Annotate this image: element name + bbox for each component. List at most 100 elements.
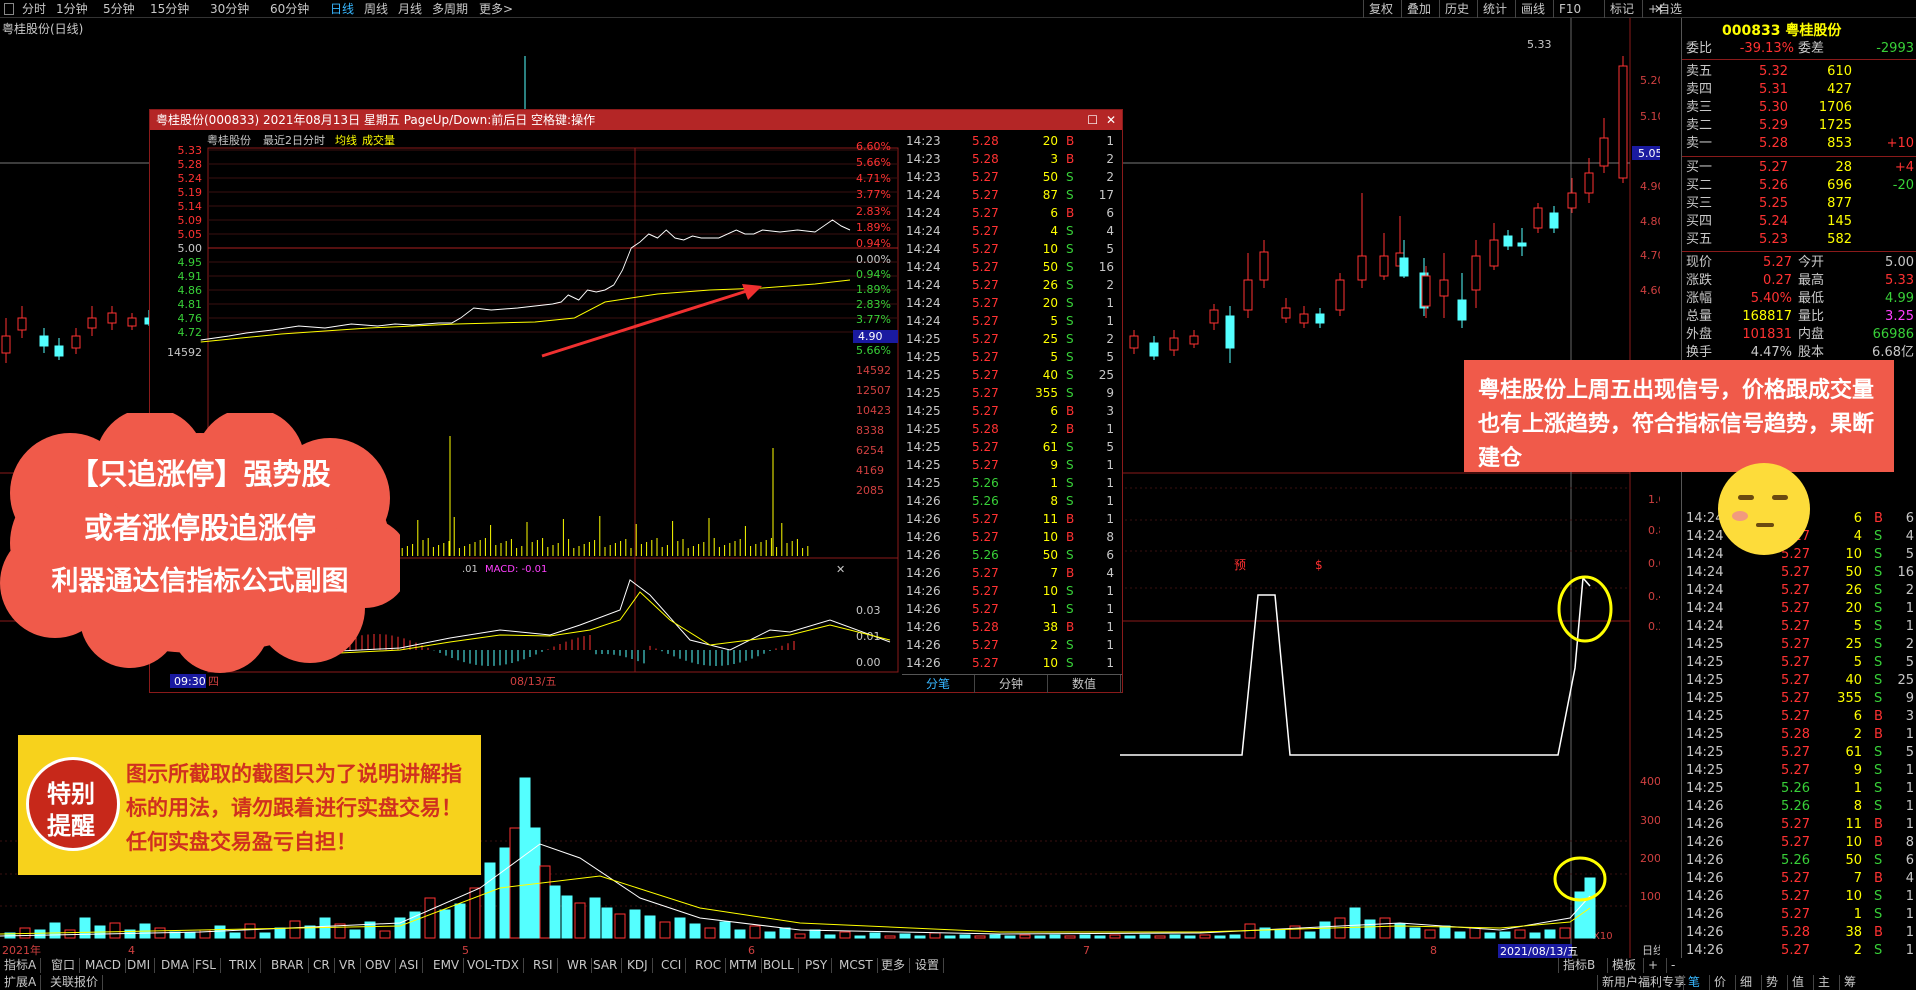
indicator-tab-6[interactable]: TRIX bbox=[225, 958, 262, 973]
indicator-tab-22[interactable]: PSY bbox=[801, 958, 833, 973]
indicator-tab-17[interactable]: KDJ bbox=[623, 958, 653, 973]
tick-row[interactable]: 14:24 5.27 26 S 2 bbox=[902, 276, 1122, 294]
period-tab-7[interactable]: 周线 bbox=[364, 1, 388, 17]
tick-row[interactable]: 14:26 5.26 50 S 6 bbox=[902, 546, 1122, 564]
volume-bar bbox=[109, 922, 121, 939]
tick-row[interactable]: 14:25 5.26 1 S 1 bbox=[902, 474, 1122, 492]
tick-row[interactable]: 14:24 5.27 20 S 1 bbox=[902, 294, 1122, 312]
quote-tab-1[interactable]: 笔 bbox=[1683, 975, 1704, 990]
toolbar-0[interactable]: 复权 bbox=[1363, 0, 1398, 18]
indicator-tab-4[interactable]: DMA bbox=[157, 958, 194, 973]
bottom-tab-related[interactable]: 关联报价 bbox=[46, 975, 104, 990]
tick-row[interactable]: 14:24 5.27 50 S 16 bbox=[902, 258, 1122, 276]
period-tab-10[interactable]: 更多> bbox=[479, 1, 513, 17]
toolbar-2[interactable]: 历史 bbox=[1439, 0, 1474, 18]
tick-row[interactable]: 14:25 5.27 9 S 1 bbox=[902, 456, 1122, 474]
quote-tab-2[interactable]: 价 bbox=[1709, 975, 1730, 990]
tick-row[interactable]: 14:24 5.27 10 S 5 bbox=[902, 240, 1122, 258]
indicator-tab-25[interactable]: 设置 bbox=[911, 958, 945, 973]
tick-row[interactable]: 14:26 5.27 10 S 1 bbox=[902, 582, 1122, 600]
toolbar-close-icon[interactable]: ✕ bbox=[1654, 0, 1666, 18]
indicator-tab-24[interactable]: 更多 bbox=[877, 958, 911, 973]
period-tab-1[interactable]: 1分钟 bbox=[56, 1, 88, 17]
indicator-tab-8[interactable]: CR bbox=[309, 958, 335, 973]
period-tab-4[interactable]: 30分钟 bbox=[210, 1, 249, 17]
tick-row[interactable]: 14:24 5.27 4 S 4 bbox=[902, 222, 1122, 240]
popup-tick-list[interactable]: 14:23 5.28 20 B 1 14:23 5.28 3 B 2 14:23 5.27 50 S 2 14… bbox=[902, 132, 1122, 672]
period-tab-3[interactable]: 15分钟 bbox=[150, 1, 189, 17]
indicator-tab-2[interactable]: MACD bbox=[81, 958, 126, 973]
indicator-tab-20[interactable]: MTM bbox=[725, 958, 763, 973]
popup-tab-0[interactable]: 分笔 bbox=[902, 675, 975, 693]
indicator-tab-16[interactable]: SAR bbox=[589, 958, 623, 973]
indicator-tab-14[interactable]: RSI bbox=[529, 958, 558, 973]
toolbar-4[interactable]: 画线 bbox=[1515, 0, 1550, 18]
tick-row[interactable]: 14:26 5.27 1 S 1 bbox=[902, 600, 1122, 618]
indicator-tab-18[interactable]: CCI bbox=[657, 958, 687, 973]
tick-row[interactable]: 14:26 5.26 8 S 1 bbox=[902, 492, 1122, 510]
indicator-tab-12[interactable]: EMV bbox=[429, 958, 465, 973]
tick-side: B bbox=[1874, 835, 1883, 850]
indicator-tab-10[interactable]: OBV bbox=[361, 958, 396, 973]
indicator-tab-0[interactable]: 指标A bbox=[0, 958, 42, 973]
toolbar-5[interactable]: F10 bbox=[1553, 0, 1586, 18]
quote-tab-0[interactable]: 新用户福利专享 bbox=[1597, 975, 1690, 990]
indicator-right-0[interactable]: 指标B bbox=[1558, 958, 1599, 973]
indicator-right-1[interactable]: 模板 bbox=[1607, 958, 1640, 973]
tick-row[interactable]: 14:24 5.27 87 S 17 bbox=[902, 186, 1122, 204]
popup-tab-2[interactable]: 数值 bbox=[1048, 675, 1121, 693]
indicator-right-2[interactable]: + bbox=[1643, 958, 1662, 973]
quote-tab-5[interactable]: 值 bbox=[1787, 975, 1808, 990]
period-tab-0[interactable]: 分时 bbox=[22, 1, 46, 17]
quote-tick-row: 14:26 5.27 11 B 1 bbox=[1682, 816, 1916, 833]
quote-tab-3[interactable]: 细 bbox=[1735, 975, 1756, 990]
indicator-tab-23[interactable]: MCST bbox=[835, 958, 878, 973]
chart-grid-icon[interactable] bbox=[4, 3, 14, 15]
popup-tab-1[interactable]: 分钟 bbox=[975, 675, 1048, 693]
toolbar-6[interactable]: 标记 bbox=[1604, 0, 1639, 18]
quote-tab-4[interactable]: 势 bbox=[1761, 975, 1782, 990]
period-tab-8[interactable]: 月线 bbox=[398, 1, 422, 17]
restore-icon[interactable]: ☐ bbox=[1087, 110, 1098, 130]
close-icon[interactable]: ✕ bbox=[1106, 110, 1116, 130]
tick-row[interactable]: 14:25 5.28 2 B 1 bbox=[902, 420, 1122, 438]
period-tab-9[interactable]: 多周期 bbox=[432, 1, 468, 17]
bottom-tab-ext[interactable]: 扩展A bbox=[0, 975, 42, 990]
indicator-tab-1[interactable]: 窗口 bbox=[47, 958, 81, 973]
period-tab-6[interactable]: 日线 bbox=[330, 1, 354, 17]
period-tab-5[interactable]: 60分钟 bbox=[270, 1, 309, 17]
toolbar-1[interactable]: 叠加 bbox=[1401, 0, 1436, 18]
period-tab-2[interactable]: 5分钟 bbox=[103, 1, 135, 17]
tick-row[interactable]: 14:24 5.27 6 B 6 bbox=[902, 204, 1122, 222]
tick-row[interactable]: 14:25 5.27 40 S 25 bbox=[902, 366, 1122, 384]
tick-row[interactable]: 14:23 5.28 3 B 2 bbox=[902, 150, 1122, 168]
tick-row[interactable]: 14:26 5.27 10 B 8 bbox=[902, 528, 1122, 546]
tick-row[interactable]: 14:26 5.27 11 B 1 bbox=[902, 510, 1122, 528]
quote-tab-6[interactable]: 主 bbox=[1813, 975, 1834, 990]
indicator-tab-15[interactable]: WR bbox=[563, 958, 593, 973]
tick-row[interactable]: 14:26 5.28 38 B 1 bbox=[902, 618, 1122, 636]
quote-tab-7[interactable]: 筹 bbox=[1839, 975, 1860, 990]
tick-row[interactable]: 14:25 5.27 5 S 5 bbox=[902, 348, 1122, 366]
indicator-right-3[interactable]: - bbox=[1666, 958, 1679, 973]
tick-row[interactable]: 14:24 5.27 5 S 1 bbox=[902, 312, 1122, 330]
tick-row[interactable]: 14:23 5.28 20 B 1 bbox=[902, 132, 1122, 150]
indicator-tab-21[interactable]: BOLL bbox=[759, 958, 799, 973]
tick-row[interactable]: 14:26 5.27 10 S 1 bbox=[902, 654, 1122, 672]
tick-row[interactable]: 14:25 5.27 25 S 2 bbox=[902, 330, 1122, 348]
toolbar-3[interactable]: 统计 bbox=[1477, 0, 1512, 18]
indicator-tab-5[interactable]: FSL bbox=[191, 958, 221, 973]
tick-row[interactable]: 14:26 5.27 2 S 1 bbox=[902, 636, 1122, 654]
tick-row[interactable]: 14:25 5.27 61 S 5 bbox=[902, 438, 1122, 456]
indicator-tab-11[interactable]: ASI bbox=[395, 958, 424, 973]
tick-row[interactable]: 14:25 5.27 355 S 9 bbox=[902, 384, 1122, 402]
tick-row[interactable]: 14:23 5.27 50 S 2 bbox=[902, 168, 1122, 186]
indicator-tab-9[interactable]: VR bbox=[335, 958, 361, 973]
popup-title-bar[interactable]: 粤桂股份(000833) 2021年08月13日 星期五 PageUp/Down… bbox=[150, 110, 1122, 130]
indicator-tab-7[interactable]: BRAR bbox=[267, 958, 309, 973]
indicator-tab-19[interactable]: ROC bbox=[691, 958, 727, 973]
tick-row[interactable]: 14:26 5.27 7 B 4 bbox=[902, 564, 1122, 582]
indicator-tab-13[interactable]: VOL-TDX bbox=[463, 958, 524, 973]
tick-row[interactable]: 14:25 5.27 6 B 3 bbox=[902, 402, 1122, 420]
indicator-tab-3[interactable]: DMI bbox=[123, 958, 156, 973]
